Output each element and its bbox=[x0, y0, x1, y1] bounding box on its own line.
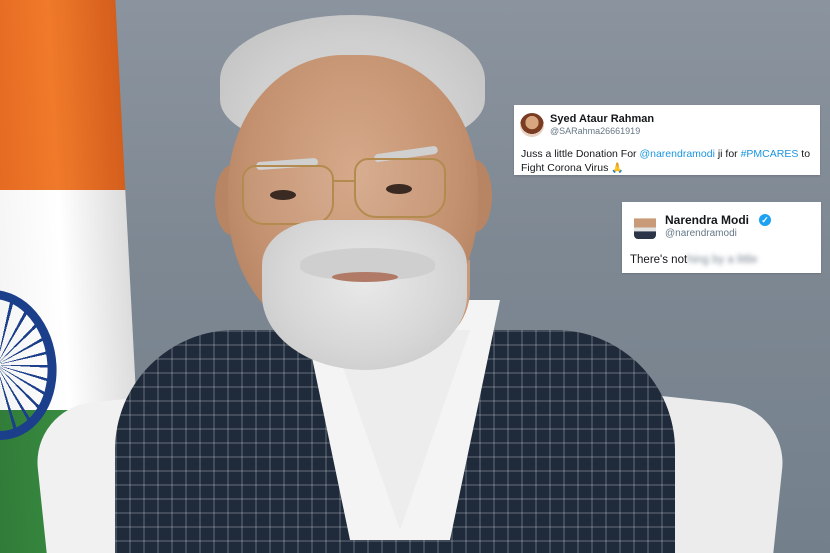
tweet-card-syed: Syed Ataur Rahman @SARahma26661919 Juss … bbox=[514, 105, 820, 175]
eye-right bbox=[386, 184, 412, 194]
tweet-card-modi: Narendra Modi ✓ @narendramodi There's no… bbox=[622, 202, 821, 273]
tweet-text-middle: ji for bbox=[714, 148, 741, 160]
verified-badge-icon: ✓ bbox=[759, 214, 771, 226]
tweet-text-line2: Fight Corona Virus bbox=[521, 162, 609, 174]
tweet-mention-link[interactable]: @narendramodi bbox=[639, 148, 714, 160]
tweet-author-handle: @narendramodi bbox=[665, 228, 737, 239]
photo-scene: Syed Ataur Rahman @SARahma26661919 Juss … bbox=[0, 0, 830, 553]
avatar bbox=[634, 213, 656, 239]
tweet-text: There's nothing by a little bbox=[630, 253, 758, 267]
tweet-author-name: Syed Ataur Rahman bbox=[550, 113, 655, 125]
person-portrait bbox=[0, 0, 830, 553]
tweet-text-blurred: hing by a little bbox=[687, 254, 758, 266]
tweet-text-visible: There's not bbox=[630, 254, 688, 266]
eye-left bbox=[270, 190, 296, 200]
tweet-text-suffix: to bbox=[798, 148, 811, 160]
avatar bbox=[520, 113, 544, 137]
folded-hands-emoji: 🙏 bbox=[611, 163, 624, 174]
tweet-text-line-2: Fight Corona Virus 🙏 bbox=[521, 161, 810, 175]
tweet-hashtag-link[interactable]: #PMCARES bbox=[741, 148, 799, 160]
tweet-text: Juss a little Donation For @narendramodi… bbox=[521, 147, 810, 175]
glasses-bridge bbox=[332, 180, 356, 182]
tweet-text-line-1: Juss a little Donation For @narendramodi… bbox=[521, 147, 810, 161]
tweet-author-handle: @SARahma26661919 bbox=[550, 126, 641, 136]
tweet-text-prefix: Juss a little Donation For bbox=[521, 148, 640, 160]
mouth bbox=[332, 272, 398, 282]
tweet-author-name: Narendra Modi bbox=[665, 213, 750, 227]
beard bbox=[262, 220, 467, 370]
